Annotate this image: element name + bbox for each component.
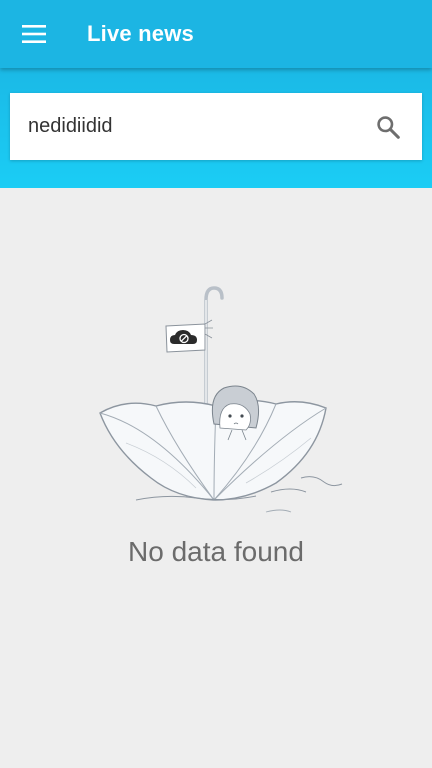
app-screen: Live news nedidiidid No data found bbox=[0, 0, 432, 768]
girl-in-umbrella-boat-illustration bbox=[99, 286, 343, 513]
search-box bbox=[10, 93, 422, 160]
hamburger-menu-icon bbox=[22, 25, 46, 43]
search-icon bbox=[377, 116, 400, 139]
search-input[interactable] bbox=[28, 93, 348, 160]
empty-state: No data found bbox=[0, 270, 432, 590]
search-band bbox=[0, 68, 432, 188]
menu-button[interactable] bbox=[12, 14, 56, 54]
app-bar: Live news bbox=[0, 0, 432, 68]
app-title: Live news bbox=[87, 21, 194, 46]
empty-state-message: No data found bbox=[128, 536, 304, 567]
search-button[interactable] bbox=[368, 107, 408, 147]
